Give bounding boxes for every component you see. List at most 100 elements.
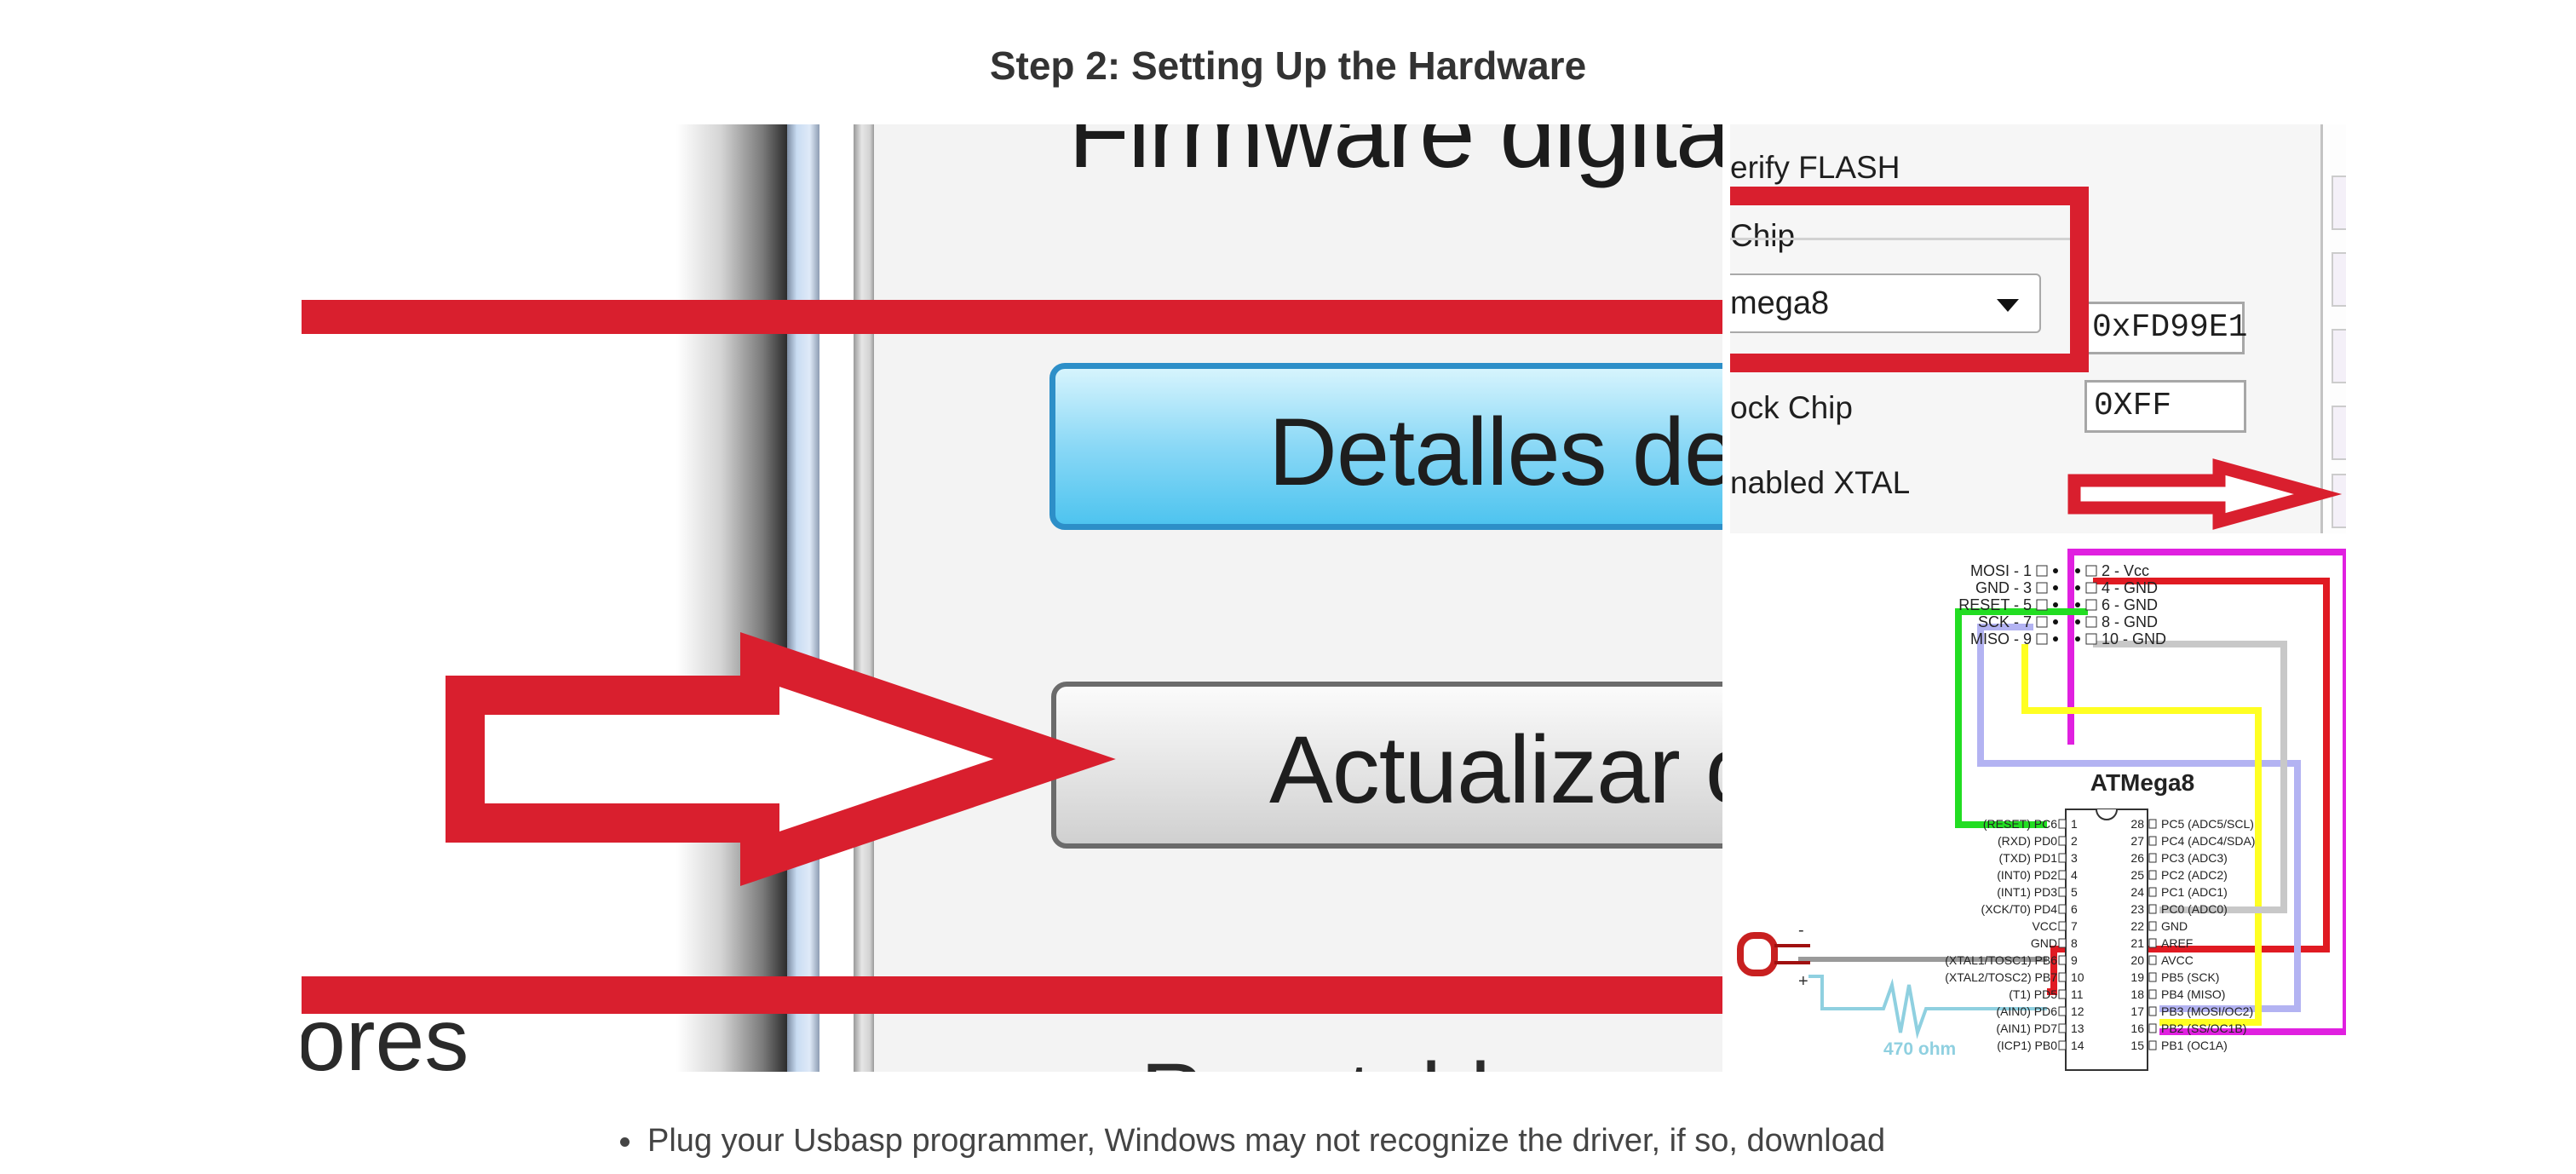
pin-number: 11	[2071, 987, 2084, 1001]
pin-number: 19	[2130, 970, 2144, 984]
pin-pad	[2058, 819, 2067, 829]
pin-pad	[2058, 1040, 2067, 1050]
header-pin-label: 4 - GND	[2102, 579, 2158, 596]
pin-label: PB2 (SS/OC1B)	[2161, 1021, 2246, 1035]
pin-label: (XCK/T0) PD4	[1981, 902, 2058, 916]
pin-pad	[2058, 938, 2067, 948]
pin-label: (TXD) PD1	[1999, 851, 2058, 865]
pin-number: 7	[2071, 919, 2078, 933]
pin-number: 2	[2071, 834, 2078, 848]
pin-pad	[2148, 921, 2157, 931]
pin-label: VCC	[2032, 919, 2057, 933]
pin-pad	[2148, 870, 2157, 880]
header-pin-label: 2 - Vcc	[2102, 562, 2149, 579]
header-pin-label: 8 - GND	[2102, 613, 2158, 630]
pin-number: 9	[2071, 953, 2078, 967]
led-minus-label: -	[1798, 921, 1804, 940]
pin-label: (XTAL2/TOSC2) PB7	[1945, 970, 2057, 984]
pin-number: 4	[2071, 868, 2078, 882]
pin-number: 17	[2130, 1004, 2144, 1018]
pin-pad	[2058, 921, 2067, 931]
pin-pad	[2058, 836, 2067, 846]
pin-number: 24	[2130, 885, 2144, 899]
header-pin	[2085, 565, 2097, 577]
header-pin-label: MOSI - 1	[1970, 562, 2032, 579]
pin-label: GND	[2161, 919, 2188, 933]
pin-label: PC2 (ADC2)	[2161, 868, 2228, 882]
arrow-icon	[2067, 458, 2343, 530]
pin-pad	[2058, 955, 2067, 965]
step-title: Step 2: Setting Up the Hardware	[989, 43, 1587, 88]
header-pin-dot	[2075, 568, 2080, 573]
pin-number: 15	[2130, 1039, 2144, 1052]
pin-label: PC3 (ADC3)	[2161, 851, 2228, 865]
highlight-line-top	[302, 300, 1722, 334]
pin-pad	[2148, 989, 2157, 999]
pin-number: 20	[2130, 953, 2144, 967]
pin-label: PC5 (ADC5/SCL)	[2161, 817, 2254, 831]
pin-pad	[2148, 836, 2157, 846]
header-pin-label: 6 - GND	[2102, 596, 2158, 613]
pin-pad	[2148, 1023, 2157, 1033]
pin-pad	[2148, 853, 2157, 863]
pin-pad	[2058, 904, 2067, 914]
pin-number: 3	[2071, 851, 2078, 865]
pin-label: (AIN0) PD6	[1996, 1004, 2057, 1018]
header-pin-dot	[2053, 568, 2058, 573]
pin-label: (ICP1) PB0	[1997, 1039, 2057, 1052]
pin-label: (RXD) PD0	[1998, 834, 2057, 848]
header-pin-dot	[2075, 636, 2080, 642]
header-pin-dot	[2075, 585, 2080, 590]
resistor-label: 470 ohm	[1883, 1039, 1956, 1059]
pin-number: 22	[2130, 919, 2144, 933]
chip-name: ATMega8	[2090, 769, 2194, 796]
header-pin	[2036, 616, 2048, 628]
pin-pad	[2058, 972, 2067, 982]
image-gallery: Firmware digital. Detalles de Actualizar…	[302, 124, 2346, 1072]
pin-number: 13	[2071, 1021, 2084, 1035]
header-pin	[2085, 582, 2097, 594]
pin-label: (INT1) PD3	[1997, 885, 2057, 899]
header-pin-dot	[2053, 585, 2058, 590]
led-icon	[1737, 932, 1810, 976]
pin-pad	[2058, 853, 2067, 863]
header-pin-label: 10 - GND	[2102, 630, 2166, 647]
header-pin	[2085, 633, 2097, 645]
header-pin	[2085, 599, 2097, 611]
zoomed-screenshot[interactable]: Firmware digital. Detalles de Actualizar…	[302, 124, 1722, 1072]
header-pin-dot	[2053, 619, 2058, 624]
bullet-icon	[620, 1137, 630, 1147]
pin-pad	[2148, 887, 2157, 897]
pin-label: PC1 (ADC1)	[2161, 885, 2228, 899]
pin-label: (AIN1) PD7	[1996, 1021, 2057, 1035]
header-pin-dot	[2053, 602, 2058, 607]
pin-number: 18	[2130, 987, 2144, 1001]
pin-label: PB1 (OC1A)	[2161, 1039, 2228, 1052]
pin-number: 26	[2130, 851, 2144, 865]
pin-pad	[2058, 1006, 2067, 1016]
header-pin	[2036, 582, 2048, 594]
pin-label: PC0 (ADC0)	[2161, 902, 2228, 916]
wiring-diagram: - + 470 ohm MOSI - 1 2 - Vcc GND - 3 4 - GN…	[1730, 542, 2346, 1072]
pin-pad	[2148, 938, 2157, 948]
settings-screenshot[interactable]: erify FLASH Chip mega8 0xFD99E1 ock Chip…	[1730, 124, 2346, 533]
header-pin-label: SCK - 7	[1978, 613, 2032, 630]
pin-label: PB5 (SCK)	[2161, 970, 2219, 984]
header-pin-dot	[2075, 602, 2080, 607]
pin-number: 8	[2071, 936, 2078, 950]
pin-pad	[2148, 1006, 2157, 1016]
list-item-text: Plug your Usbasp programmer, Windows may…	[647, 1123, 1886, 1159]
pin-number: 14	[2071, 1039, 2084, 1052]
pin-number: 5	[2071, 885, 2078, 899]
pin-pad	[2148, 1040, 2157, 1050]
pin-label: (T1) PD5	[2009, 987, 2057, 1001]
header-pin-label: GND - 3	[1975, 579, 2032, 596]
header-pin-label: RESET - 5	[1958, 596, 2032, 613]
pin-pad	[2058, 887, 2067, 897]
pin-label: GND	[2031, 936, 2057, 950]
pin-number: 28	[2130, 817, 2144, 831]
highlight-box	[1730, 187, 2089, 372]
pin-number: 23	[2130, 902, 2144, 916]
header-pin	[2085, 616, 2097, 628]
pin-pad	[2148, 955, 2157, 965]
